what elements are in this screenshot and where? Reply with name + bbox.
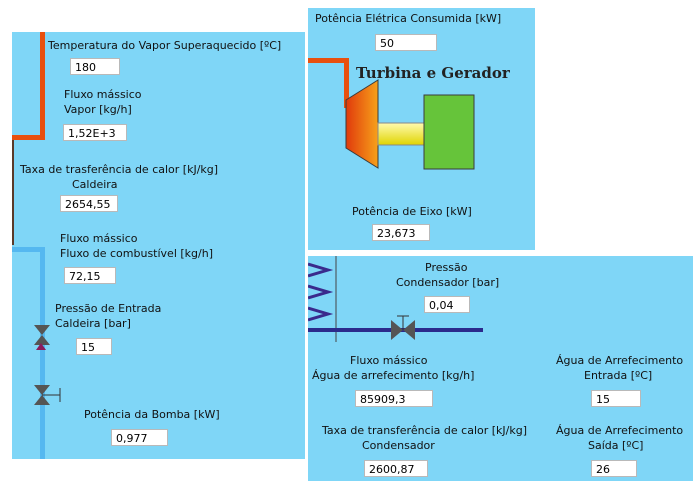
potencia-bomba-label: Potência da Bomba [kW] xyxy=(84,408,220,421)
shaft-icon xyxy=(377,122,425,146)
generator-icon xyxy=(423,94,475,170)
turbine-panel: Potência Elétrica Consumida [kW] 50 Turb… xyxy=(308,8,535,250)
fluxo-comb-label-1: Fluxo mássico xyxy=(60,232,138,245)
taxa-caldeira-field[interactable]: 2654,55 xyxy=(60,195,118,212)
inlet-valve-icon xyxy=(34,325,50,350)
pump-valve-icon xyxy=(34,385,61,405)
agua-entrada-label-2: Entrada [ºC] xyxy=(584,369,653,382)
steam-pipe-bend xyxy=(12,135,45,140)
potencia-eletrica-label: Potência Elétrica Consumida [kW] xyxy=(315,12,502,25)
taxa-cond-label-1: Taxa de transferência de calor [kJ/kg] xyxy=(322,424,528,437)
temp-vapor-field[interactable]: 180 xyxy=(70,58,120,75)
steam-inlet-pipe xyxy=(308,58,348,63)
taxa-cond-label-2: Condensador xyxy=(362,439,435,452)
agua-saida-field[interactable]: 26 xyxy=(591,460,637,477)
fluxo-comb-field[interactable]: 72,15 xyxy=(64,267,116,284)
water-pipe-bend xyxy=(12,247,45,252)
boiler-edge xyxy=(12,140,14,245)
agua-entrada-field[interactable]: 15 xyxy=(591,390,641,407)
fluxo-agua-field[interactable]: 85909,3 xyxy=(355,390,433,407)
potencia-bomba-field[interactable]: 0,977 xyxy=(111,429,168,446)
fluxo-vapor-label-1: Fluxo mássico xyxy=(64,88,142,101)
temp-vapor-label: Temperatura do Vapor Superaquecido [ºC] xyxy=(48,39,282,52)
boiler-panel: Temperatura do Vapor Superaquecido [ºC] … xyxy=(12,32,305,459)
fluxo-vapor-field[interactable]: 1,52E+3 xyxy=(63,124,127,141)
potencia-eixo-field[interactable]: 23,673 xyxy=(372,224,430,241)
agua-saida-label-2: Saída [ºC] xyxy=(588,439,644,452)
fluxo-vapor-label-2: Vapor [kg/h] xyxy=(64,103,132,116)
potencia-eletrica-field[interactable]: 50 xyxy=(375,34,437,51)
fluxo-agua-label-1: Fluxo mássico xyxy=(350,354,428,367)
taxa-caldeira-label-1: Taxa de trasferência de calor [kJ/kg] xyxy=(20,163,219,176)
pressao-cond-field[interactable]: 0,04 xyxy=(424,296,470,313)
taxa-caldeira-label-2: Caldeira xyxy=(72,178,118,191)
steam-pipe xyxy=(40,32,45,140)
pressao-entrada-field[interactable]: 15 xyxy=(76,338,112,355)
turbine-title: Turbina e Gerador xyxy=(356,64,510,82)
pressao-entrada-label-2: Caldeira [bar] xyxy=(55,317,131,330)
pressao-cond-label-2: Condensador [bar] xyxy=(396,276,500,289)
fluxo-comb-label-2: Fluxo de combustível [kg/h] xyxy=(60,247,213,260)
pressao-cond-label-1: Pressão xyxy=(425,261,468,274)
water-pipe xyxy=(40,247,45,459)
agua-entrada-label-1: Água de Arrefecimento xyxy=(556,354,684,367)
condenser-panel: Pressão Condensador [bar] 0,04 Fluxo más… xyxy=(308,256,693,481)
potencia-eixo-label: Potência de Eixo [kW] xyxy=(352,205,472,218)
boiler-diagram xyxy=(12,32,61,459)
agua-saida-label-1: Água de Arrefecimento xyxy=(556,424,684,437)
turbine-icon xyxy=(345,79,379,169)
fluxo-agua-label-2: Água de arrefecimento [kg/h] xyxy=(312,369,475,382)
condenser-valve-icon xyxy=(391,315,415,340)
taxa-cond-field[interactable]: 2600,87 xyxy=(364,460,428,477)
pressao-entrada-label-1: Pressão de Entrada xyxy=(55,302,162,315)
